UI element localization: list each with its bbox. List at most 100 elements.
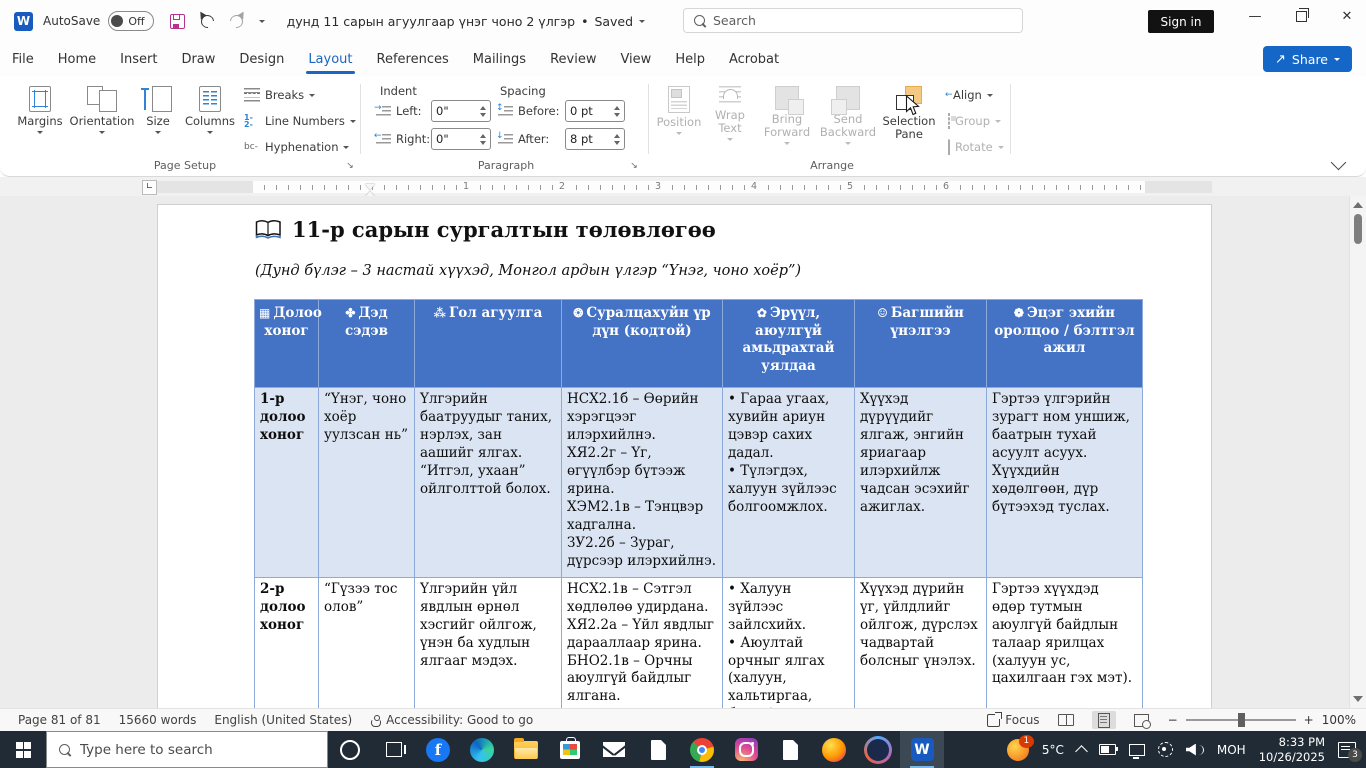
orientation-button[interactable]: Orientation (70, 82, 134, 134)
language-indicator[interactable]: МОН (1217, 743, 1246, 757)
margins-button[interactable]: Margins (12, 82, 68, 134)
spacing-before-input[interactable]: 0 pt (565, 100, 625, 122)
taskbar-app-chrome[interactable] (680, 731, 724, 768)
table-cell[interactable]: Гэртээ хүүхдэд өдөр тутмын аюулгүй байдл… (987, 577, 1143, 708)
tab-insert[interactable]: Insert (108, 42, 169, 76)
task-view-button[interactable] (372, 731, 416, 768)
temperature[interactable]: 5°C (1042, 743, 1064, 757)
table-cell[interactable]: “Үнэг, чоно хоёр уулзсан нь” (319, 388, 415, 578)
page-setup-dialog-launcher[interactable]: ↘ (344, 160, 356, 172)
taskbar-search-box[interactable]: Type here to search (46, 731, 328, 768)
accessibility-status[interactable]: Accessibility: Good to go (370, 713, 533, 727)
table-header-teacher[interactable]: ☺Багшийн үнэлгээ (855, 300, 987, 388)
zoom-handle[interactable] (1238, 713, 1245, 727)
spacing-after-input[interactable]: 8 pt (565, 128, 625, 150)
indent-left-input[interactable]: 0" (431, 100, 491, 122)
columns-button[interactable]: Columns (182, 82, 238, 134)
zoom-out-button[interactable]: − (1168, 713, 1178, 727)
document-heading[interactable]: 11-р сарын сургалтын төлөвлөгөө (255, 217, 716, 242)
meet-now-icon[interactable] (1158, 742, 1173, 757)
taskbar-app-firefox[interactable] (812, 731, 856, 768)
breaks-button[interactable]: Breaks (244, 88, 315, 102)
web-layout-button[interactable] (1130, 711, 1154, 729)
lesson-plan-table[interactable]: ▦Долоо хоног✤Дэд сэдэв⁂Гол агуулга❂Сурал… (254, 299, 1143, 708)
zoom-percentage[interactable]: 100% (1322, 713, 1356, 727)
taskbar-app-facebook[interactable]: f (416, 731, 460, 768)
table-cell[interactable]: Хүүхэд дүрүүдийг ялгаж, энгийн яриагаар … (855, 388, 987, 578)
tab-mailings[interactable]: Mailings (461, 42, 538, 76)
start-button[interactable] (0, 731, 46, 768)
scroll-down-arrow[interactable] (1353, 696, 1363, 702)
table-header-calendar[interactable]: ▦Долоо хоног (255, 300, 319, 388)
tab-home[interactable]: Home (46, 42, 108, 76)
action-center-button[interactable]: 3 (1338, 742, 1356, 758)
table-cell[interactable]: НСХ2.1в – Сэтгэл хөдлөлөө удирдана. ХЯ2.… (562, 577, 723, 708)
tab-design[interactable]: Design (227, 42, 296, 76)
tab-layout[interactable]: Layout (296, 42, 364, 76)
table-cell[interactable]: 1-р долоо хоног (255, 388, 319, 578)
minimize-button[interactable]: — (1232, 0, 1278, 32)
table-header-family[interactable]: ❁Эцэг эхийн оролцоо / бэлтгэл ажил (987, 300, 1143, 388)
indent-right-spinner[interactable] (480, 134, 486, 145)
tab-review[interactable]: Review (538, 42, 608, 76)
scrollbar-thumb[interactable] (1354, 214, 1362, 244)
read-mode-button[interactable] (1054, 711, 1078, 729)
taskbar-app-document[interactable] (768, 731, 812, 768)
cortana-button[interactable] (328, 731, 372, 768)
taskbar-app-word[interactable]: W (900, 731, 944, 768)
taskbar-app-notepad[interactable] (636, 731, 680, 768)
clock[interactable]: 8:33 PM 10/26/2025 (1259, 735, 1325, 765)
print-layout-button[interactable] (1092, 711, 1116, 729)
tab-references[interactable]: References (365, 42, 461, 76)
taskbar-app-file-explorer[interactable] (504, 731, 548, 768)
scroll-up-arrow[interactable] (1353, 202, 1363, 208)
autosave-toggle[interactable]: Off (108, 11, 153, 31)
table-cell[interactable]: • Халуун зүйлээс зайлсхийх. • Аюултай ор… (723, 577, 855, 708)
table-header-puzzle[interactable]: ✤Дэд сэдэв (319, 300, 415, 388)
battery-icon[interactable] (1099, 744, 1116, 755)
tab-view[interactable]: View (608, 42, 663, 76)
page-count[interactable]: Page 81 of 81 (18, 713, 101, 727)
document-subtitle[interactable]: (Дунд бүлэг – 3 настай хүүхэд, Монгол ар… (255, 263, 801, 279)
table-cell[interactable]: Гэртээ үлгэрийн зурагт ном уншиж, баатры… (987, 388, 1143, 578)
word-app-icon[interactable]: W (14, 12, 33, 31)
network-icon[interactable] (1129, 744, 1145, 756)
table-cell[interactable]: Үлгэрийн үйл явдлын өрнөл хэсгийг ойлгож… (415, 577, 562, 708)
tab-file[interactable]: File (0, 42, 46, 76)
close-button[interactable]: ✕ (1324, 0, 1366, 32)
tab-stop-selector[interactable]: ∟ (142, 180, 157, 195)
table-header-leaf[interactable]: ✿Эрүүл, аюулгүй амьдрахтай уялдаа (723, 300, 855, 388)
align-button[interactable]: Align (948, 88, 993, 102)
size-button[interactable]: Size (136, 82, 180, 134)
redo-icon[interactable] (227, 12, 245, 30)
taskbar-app-store[interactable] (548, 731, 592, 768)
first-line-indent-marker[interactable] (365, 184, 375, 190)
zoom-track[interactable] (1186, 719, 1296, 721)
share-button[interactable]: ↗ Share (1263, 46, 1352, 72)
spacing-after-spinner[interactable] (614, 134, 620, 145)
taskbar-app-edge[interactable] (460, 731, 504, 768)
show-hidden-icons-chevron[interactable] (1075, 745, 1088, 758)
weather-widget[interactable]: 1 (1007, 739, 1029, 761)
taskbar-app-instagram[interactable] (724, 731, 768, 768)
table-cell[interactable]: НСХ2.1б – Өөрийн хэрэгцээг илэрхийлнэ. Х… (562, 388, 723, 578)
table-header-paw[interactable]: ⁂Гол агуулга (415, 300, 562, 388)
tab-help[interactable]: Help (663, 42, 717, 76)
taskbar-app-mail[interactable] (592, 731, 636, 768)
word-count[interactable]: 15660 words (119, 713, 197, 727)
tab-draw[interactable]: Draw (169, 42, 227, 76)
table-cell[interactable]: “Гүзээ тос олов” (319, 577, 415, 708)
table-cell[interactable]: Үлгэрийн баатруудыг таних, нэрлэх, зан а… (415, 388, 562, 578)
restore-button[interactable] (1278, 0, 1324, 32)
zoom-in-button[interactable]: + (1304, 713, 1314, 727)
indent-left-spinner[interactable] (480, 106, 486, 117)
tab-acrobat[interactable]: Acrobat (717, 42, 791, 76)
hyphenation-button[interactable]: bc- Hyphenation (244, 140, 349, 154)
line-numbers-button[interactable]: 1- 2-Line Numbers (244, 114, 356, 128)
search-box[interactable]: Search (683, 8, 1023, 33)
spacing-before-spinner[interactable] (614, 106, 620, 117)
document-title[interactable]: дунд 11 сарын агуулгаар үнэг чоно 2 үлгэ… (287, 14, 645, 29)
sign-in-button[interactable]: Sign in (1148, 10, 1214, 33)
collapse-ribbon-chevron-icon[interactable] (1331, 155, 1347, 171)
focus-mode-button[interactable]: Focus (987, 713, 1039, 727)
